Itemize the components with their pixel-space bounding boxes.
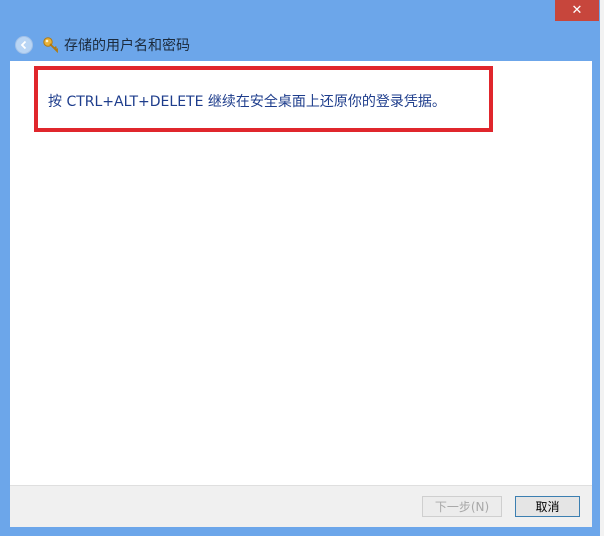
back-button[interactable] [15,36,33,54]
close-button[interactable]: ✕ [555,0,599,21]
instruction-text: 按 CTRL+ALT+DELETE 继续在安全桌面上还原你的登录凭据。 [48,94,446,110]
next-button[interactable]: 下一步(N) [422,496,502,517]
background-window-edge [600,0,604,536]
credential-window: ✕ 存储的用户名和密码 按 CTRL+ALT+DELETE 继续在安全桌面上还原… [0,0,600,536]
close-icon: ✕ [571,3,583,18]
dialog-title: 存储的用户名和密码 [64,38,190,54]
key-icon [43,37,58,54]
back-arrow-icon [20,40,27,50]
cancel-button[interactable]: 取消 [515,496,580,517]
dialog-content: 按 CTRL+ALT+DELETE 继续在安全桌面上还原你的登录凭据。 [10,61,592,485]
dialog-header: 存储的用户名和密码 [10,30,590,60]
dialog-footer: 下一步(N) 取消 [10,485,592,527]
